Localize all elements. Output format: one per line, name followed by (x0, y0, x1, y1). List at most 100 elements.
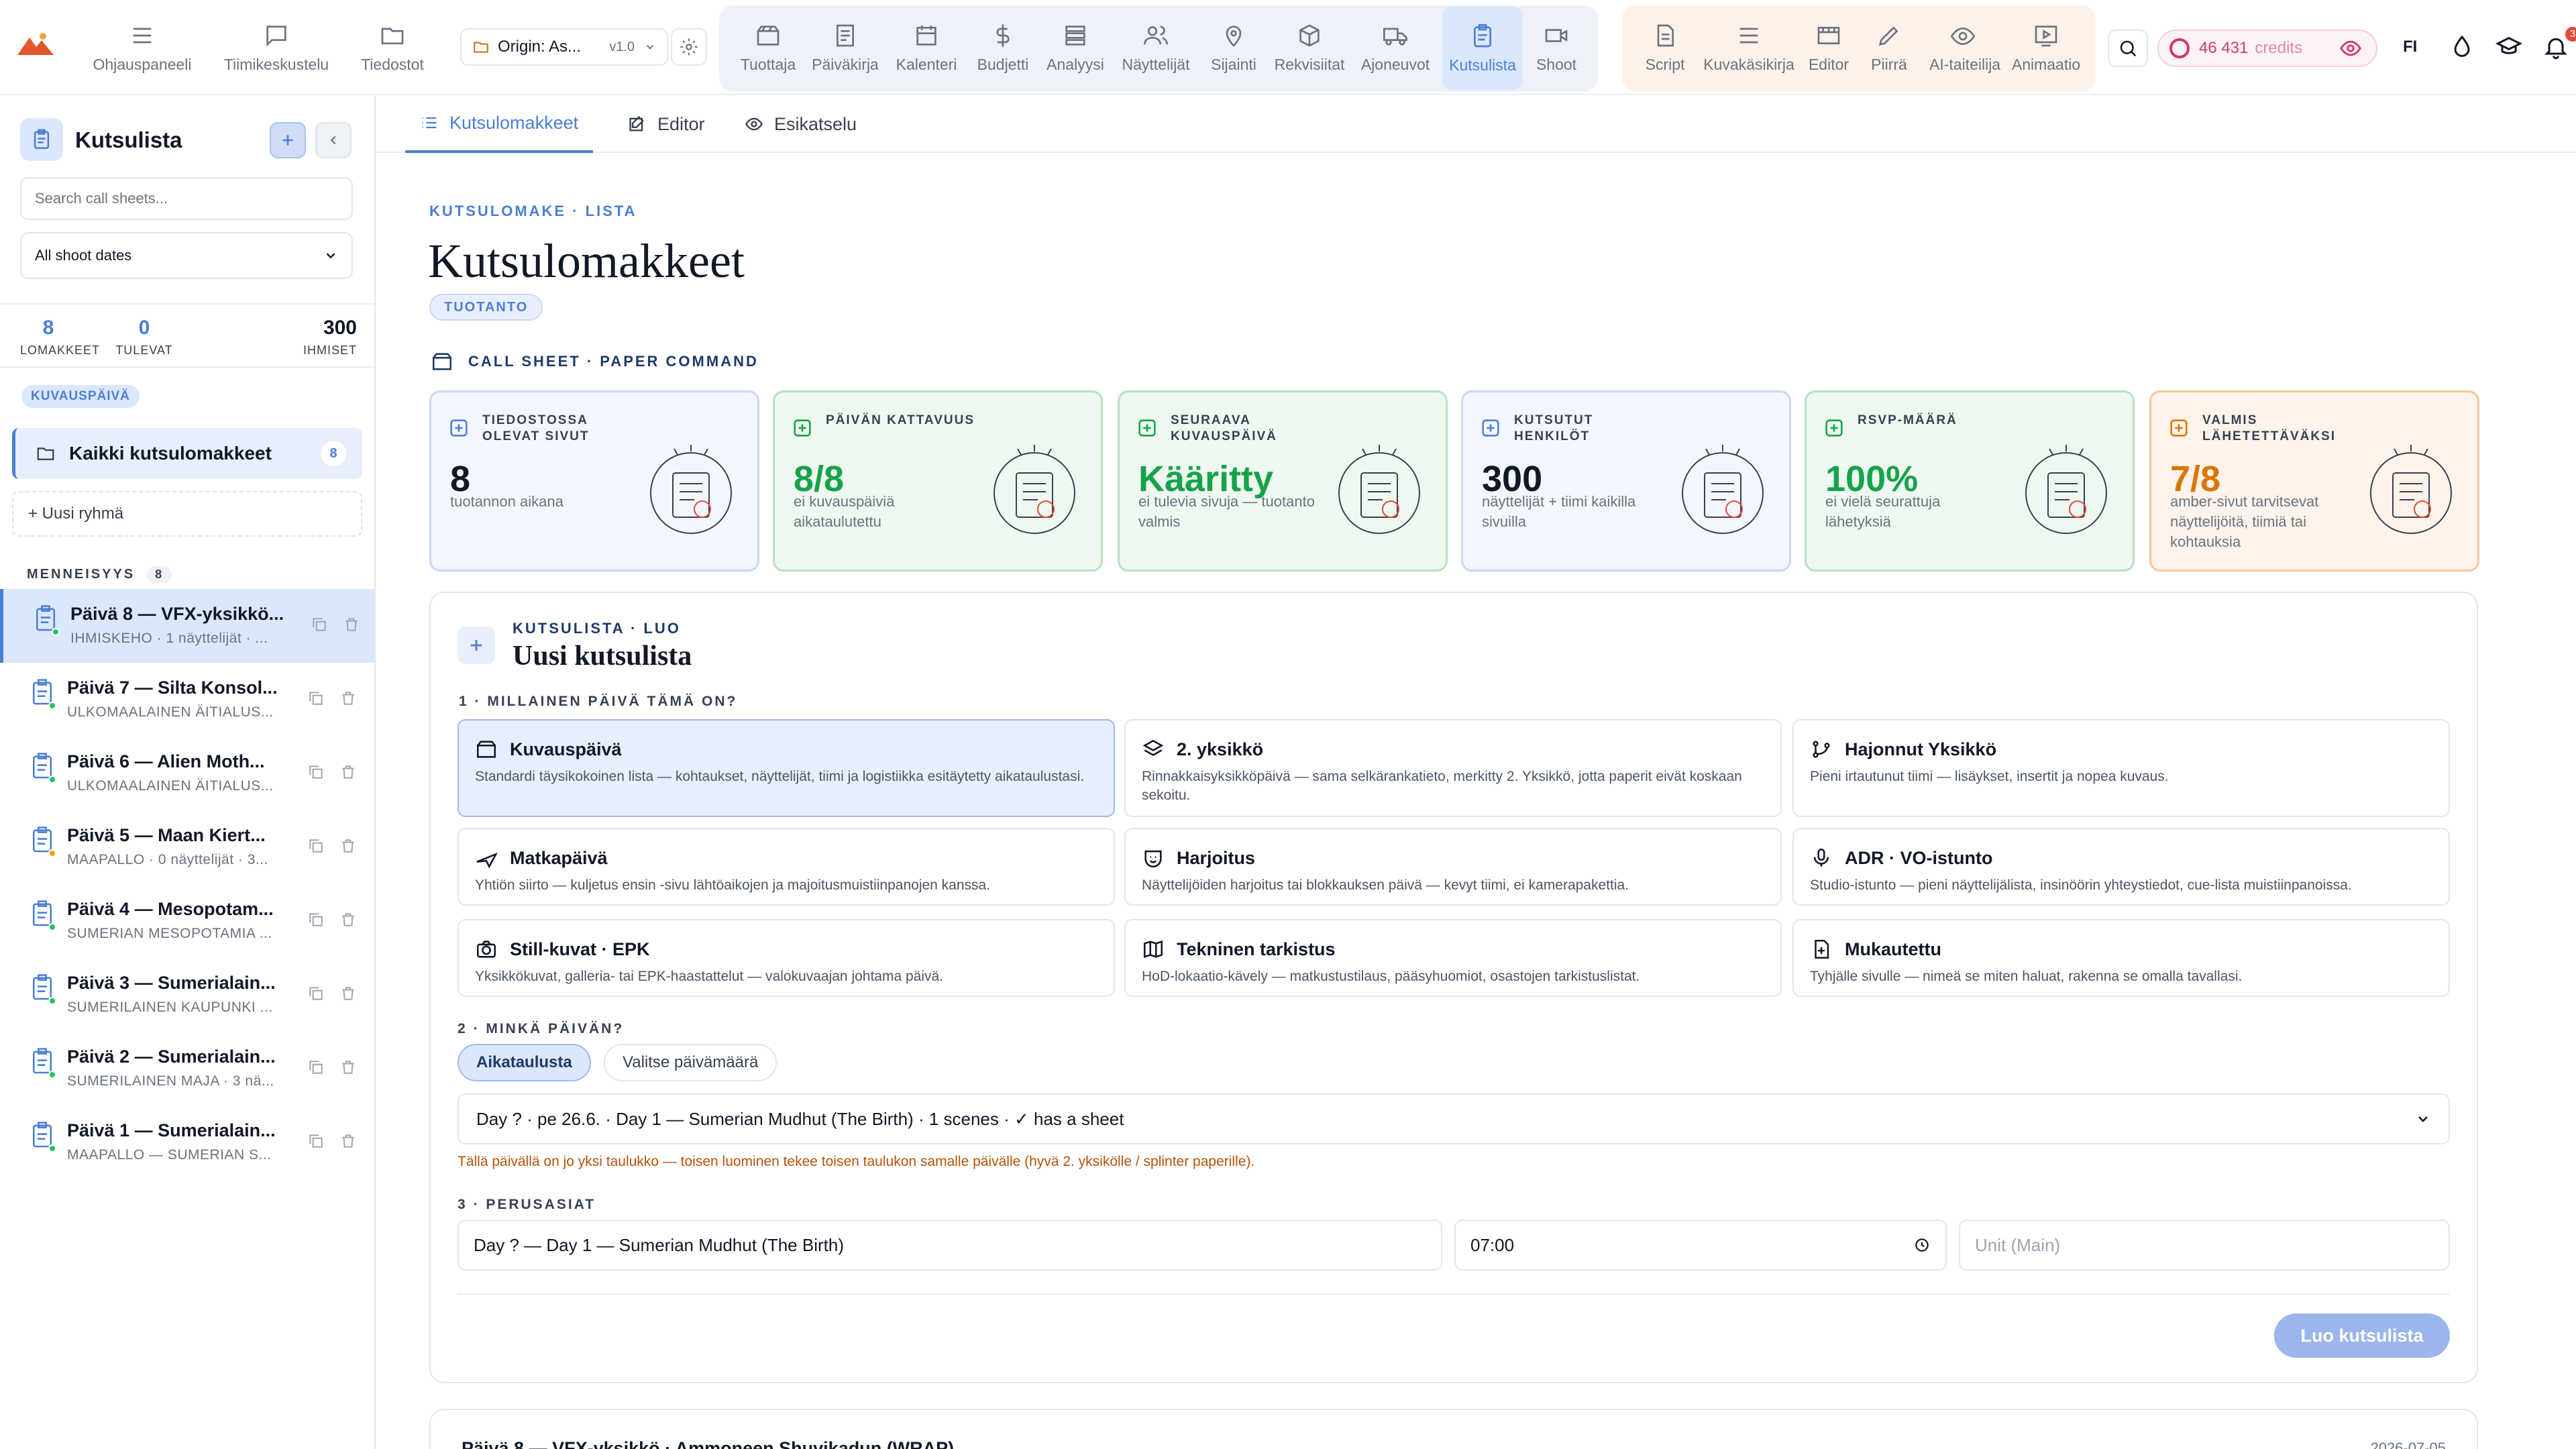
nav-location[interactable]: Sijainti (1197, 0, 1271, 95)
day-type-option[interactable]: Kuvauspäivä Standardi täysikokoinen lista… (458, 719, 1115, 817)
stat-card-subtitle: näyttelijät + tiimi kaikilla sivuilla (1482, 493, 1636, 530)
duplicate-icon[interactable] (307, 985, 325, 1002)
day-type-option[interactable]: Mukautettu Tyhjälle sivulle — nimeä se mi… (1792, 919, 2450, 997)
clock-icon[interactable] (1913, 1236, 1931, 1254)
clapper-icon (431, 350, 453, 373)
calendar-icon (791, 417, 814, 439)
tab-call-sheets[interactable]: Kutsulomakkeet (405, 95, 594, 153)
day-type-option[interactable]: Matkapäivä Yhtiön siirto — kuljetus ensin… (458, 828, 1115, 906)
call-sheet-card[interactable]: Päivä 8 — VFX-yksikkö · Ammoneen Shuvika… (429, 1409, 2478, 1449)
call-sheet-list-item[interactable]: Päivä 1 — Sumerialain... MAAPALLO — SUMER… (0, 1106, 374, 1179)
tab-editor[interactable]: Editor (628, 95, 705, 153)
all-call-sheets-group[interactable]: Kaikki kutsulomakkeet 8 (12, 428, 362, 479)
collapse-sidebar-button[interactable] (315, 122, 352, 158)
day-type-name: ADR · VO-istunto (1845, 848, 1993, 868)
status-dot (48, 702, 56, 710)
trash-icon[interactable] (339, 837, 357, 855)
app-logo-icon[interactable] (16, 31, 55, 58)
day-type-option[interactable]: Harjoitus Näyttelijöiden harjoitus tai bl… (1124, 828, 1782, 906)
nav-vehicles[interactable]: Ajoneuvot (1348, 0, 1442, 95)
nav-calendar[interactable]: Kalenteri (890, 0, 963, 95)
stat-card-label: SEURAAVA KUVAUSPÄIVÄ (1171, 413, 1277, 443)
from-schedule-toggle[interactable]: Aikataulusta (458, 1044, 591, 1081)
new-sheet-title: Uusi kutsulista (513, 641, 692, 672)
unit-input[interactable]: Unit (Main) (1959, 1220, 2450, 1271)
nav-draw[interactable]: Piirrä (1856, 0, 1923, 95)
add-call-sheet-button[interactable] (270, 122, 306, 158)
past-count-badge: 8 (147, 566, 172, 583)
droplet-icon[interactable] (2449, 34, 2475, 60)
eye-icon[interactable] (2336, 34, 2365, 63)
shoot-day-pill[interactable]: KUVAUSPÄIVÄ (21, 385, 140, 408)
trash-icon[interactable] (339, 1059, 357, 1076)
duplicate-icon[interactable] (307, 1132, 325, 1150)
nav-props[interactable]: Rekvisiitat (1271, 0, 1348, 95)
shoot-day-select[interactable]: Day ? · pe 26.6. · Day 1 — Sumerian Mudh… (458, 1093, 2450, 1144)
stat-card-label: RSVP-MÄÄRÄ (1858, 413, 1957, 427)
new-group-button[interactable]: + Uusi ryhmä (12, 491, 362, 537)
nav-budget[interactable]: Budjetti (966, 0, 1040, 95)
nav-animation[interactable]: Animaatio (2006, 0, 2086, 95)
create-call-sheet-button[interactable]: Luo kutsulista (2274, 1313, 2450, 1358)
nav-files[interactable]: Tiedostot (353, 0, 432, 95)
nav-storyboard[interactable]: Kuvakäsikirja (1699, 0, 1799, 95)
dollar-icon (989, 22, 1016, 49)
sheet-title-input[interactable]: Day ? — Day 1 — Sumerian Mudhut (The Bir… (458, 1220, 1442, 1271)
call-time-input[interactable]: 07:00 (1454, 1220, 1947, 1271)
nav-dashboard[interactable]: Ohjauspaneeli (89, 0, 196, 95)
duplicate-icon[interactable] (307, 1059, 325, 1076)
eye-icon (1949, 23, 1976, 50)
day-type-option[interactable]: 2. yksikkö Rinnakkaisyksikköpäivä — sama … (1124, 719, 1782, 817)
day-type-option[interactable]: Tekninen tarkistus HoD-lokaatio-kävely — … (1124, 919, 1782, 997)
trash-icon[interactable] (339, 911, 357, 928)
call-sheet-list-item[interactable]: Päivä 7 — Silta Konsol... ULKOMAALAINEN Ä… (0, 663, 374, 737)
project-selector[interactable]: Origin: As... v1.0 (460, 28, 668, 66)
tab-preview[interactable]: Esikatselu (745, 95, 857, 153)
bell-icon[interactable] (2542, 34, 2569, 60)
credits-badge[interactable]: 46 431 credits (2157, 30, 2377, 67)
call-sheet-title: Päivä 6 — Alien Moth... (67, 751, 265, 771)
shoot-date-filter[interactable]: All shoot dates (20, 232, 353, 279)
day-type-option[interactable]: Still-kuvat · EPK Yksikkökuvat, galleria-… (458, 919, 1115, 997)
duplicate-icon[interactable] (307, 690, 325, 707)
day-type-option[interactable]: ADR · VO-istunto Studio-istunto — pieni n… (1792, 828, 2450, 906)
trash-icon[interactable] (343, 616, 360, 633)
day-type-option[interactable]: Hajonnut Yksikkö Pieni irtautunut tiimi —… (1792, 719, 2450, 817)
graduation-cap-icon[interactable] (2496, 34, 2522, 60)
nav-script[interactable]: Script (1631, 0, 1699, 95)
trash-icon[interactable] (339, 1132, 357, 1150)
call-sheet-list-item[interactable]: Päivä 8 — VFX-yksikkö... IHMISKEHO · 1 nä… (0, 589, 374, 663)
nav-journal[interactable]: Päiväkirja (805, 0, 885, 95)
trash-icon[interactable] (339, 690, 357, 707)
duplicate-icon[interactable] (311, 616, 328, 633)
page-title: Kutsulomakkeet (428, 234, 745, 288)
pick-date-toggle[interactable]: Valitse päivämäärä (604, 1044, 777, 1081)
panel-divider (458, 1293, 2450, 1295)
duplicate-icon[interactable] (307, 763, 325, 781)
trash-icon[interactable] (339, 763, 357, 781)
dashboard-icon (129, 22, 156, 49)
nav-call-sheet[interactable]: Kutsulista (1442, 7, 1523, 90)
trash-icon[interactable] (339, 985, 357, 1002)
nav-producer[interactable]: Tuottaja (731, 0, 805, 95)
nav-shoot[interactable]: Shoot (1523, 0, 1590, 95)
nav-editor[interactable]: Editor (1795, 0, 1862, 95)
nav-team-chat[interactable]: Tiimikeskustelu (216, 0, 337, 95)
duplicate-icon[interactable] (307, 837, 325, 855)
nav-actors[interactable]: Näyttelijät (1114, 0, 1198, 95)
call-sheet-list-item[interactable]: Päivä 5 — Maan Kiert... MAAPALLO · 0 näyt… (0, 810, 374, 884)
project-settings-button[interactable] (671, 28, 707, 66)
clipboard-icon (1469, 23, 1496, 50)
nav-ai-artist[interactable]: AI-taiteilija (1923, 0, 2003, 95)
duplicate-icon[interactable] (307, 911, 325, 928)
language-switch[interactable]: FI (2403, 38, 2417, 56)
nav-analysis[interactable]: Analyysi (1038, 0, 1112, 95)
search-call-sheets-input[interactable] (20, 177, 353, 220)
call-sheet-list-item[interactable]: Päivä 6 — Alien Moth... ULKOMAALAINEN ÄIT… (0, 737, 374, 810)
call-sheet-list-item[interactable]: Päivä 3 — Sumerialain... SUMERILAINEN KAU… (0, 958, 374, 1032)
call-sheet-list-item[interactable]: Päivä 2 — Sumerialain... SUMERILAINEN MAJ… (0, 1032, 374, 1106)
sidebar-title: Kutsulista (75, 127, 182, 152)
call-sheet-list-item[interactable]: Päivä 4 — Mesopotam... SUMERIAN MESOPOTAM… (0, 884, 374, 958)
global-search-button[interactable] (2108, 30, 2148, 67)
status-dot (48, 923, 56, 931)
